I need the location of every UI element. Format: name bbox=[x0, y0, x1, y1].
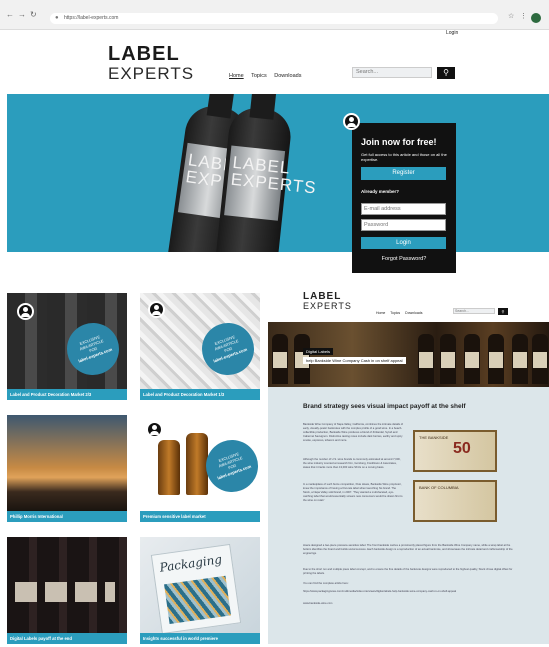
search-icon: ⚲ bbox=[501, 309, 505, 314]
article-link[interactable]: www.bankside-wine.com bbox=[303, 602, 513, 606]
article-headline: Brand strategy sees visual impact payoff… bbox=[303, 403, 466, 410]
address-bar[interactable]: ● https://label-experts.com bbox=[50, 13, 498, 24]
article-search-input[interactable]: Search... bbox=[453, 308, 495, 314]
banknote-image: THE BANKSIDE 50 bbox=[413, 430, 497, 472]
logo-line1: LABEL bbox=[108, 43, 180, 65]
forward-icon[interactable]: → bbox=[18, 10, 26, 19]
join-subtitle: Get full access to this article and thos… bbox=[361, 152, 447, 162]
user-icon bbox=[146, 421, 163, 438]
browser-toolbar: ← → ↻ ● https://label-experts.com ☆ ⋮ bbox=[0, 0, 549, 30]
bottle-labels bbox=[15, 582, 115, 602]
hero-banner: LABELEXPERTS LABELEXPERTS bbox=[7, 94, 549, 252]
article-paragraph: Bankside Wine Company of Napa Valley, Ca… bbox=[303, 423, 403, 442]
article-card[interactable]: EXCLUSIVE AWA ARTICLE FOR label-experts.com… bbox=[140, 415, 260, 522]
join-panel: Join now for free! Get full access to th… bbox=[352, 123, 456, 273]
profile-avatar[interactable] bbox=[531, 13, 541, 23]
article-link[interactable]: https://www.packagingnews.com/multimedia… bbox=[303, 590, 513, 594]
card-image bbox=[7, 415, 127, 511]
star-icon[interactable]: ☆ bbox=[508, 12, 514, 20]
article-card[interactable]: Phillip Morris International bbox=[7, 415, 127, 522]
article-search-button[interactable]: ⚲ bbox=[498, 308, 508, 315]
nav-downloads[interactable]: Downloads bbox=[274, 73, 301, 79]
user-icon bbox=[148, 301, 165, 318]
article-paragraph: You can find the complete article here: bbox=[303, 582, 349, 585]
article-paragraph: In a marketplace of such fierce competit… bbox=[303, 483, 403, 502]
article-subtitle: help Bankside Wine Company Cash in on sh… bbox=[303, 357, 406, 364]
user-icon bbox=[17, 303, 34, 320]
product-bottle bbox=[158, 440, 180, 495]
article-card[interactable]: Digital Labels payoff at the end bbox=[7, 537, 127, 644]
article-paragraph: Hoare designed a two-piece pressure-sens… bbox=[303, 544, 513, 555]
article-nav-home[interactable]: Home bbox=[376, 311, 385, 315]
login-link[interactable]: Login bbox=[446, 30, 458, 36]
site-logo[interactable]: LABEL EXPERTS bbox=[108, 44, 194, 82]
bottle-label: LABELEXPERTS bbox=[224, 145, 317, 221]
article-nav-downloads[interactable]: Downloads bbox=[405, 311, 422, 315]
banknote-image: BANK OF COLUMBIA bbox=[413, 480, 497, 522]
search-input[interactable]: Search... bbox=[352, 67, 432, 78]
logo-line2: EXPERTS bbox=[108, 64, 195, 83]
nav-home[interactable]: Home bbox=[229, 73, 244, 79]
back-icon[interactable]: ← bbox=[6, 10, 14, 19]
article-preview[interactable]: LABEL EXPERTS Home Topics Downloads Sear… bbox=[268, 282, 549, 644]
card-caption: Digital Labels payoff at the end bbox=[7, 633, 127, 644]
card-caption: Insights successful in world premiere bbox=[140, 633, 260, 644]
top-nav: Home Topics Downloads bbox=[229, 73, 307, 79]
article-card[interactable]: EXCLUSIVE AWA ARTICLE FOR label-experts.com… bbox=[140, 293, 260, 400]
search-button[interactable]: ⚲ bbox=[437, 67, 455, 79]
search-icon: ⚲ bbox=[443, 68, 449, 77]
card-caption: Premium sensitive label market bbox=[140, 511, 260, 522]
join-title: Join now for free! bbox=[361, 137, 437, 147]
article-card[interactable]: EXCLUSIVE AWA ARTICLE FOR label-experts.com… bbox=[7, 293, 127, 400]
article-nav-topics[interactable]: Topics bbox=[390, 311, 400, 315]
address-text: https://label-experts.com bbox=[64, 15, 119, 21]
magazine-art bbox=[164, 575, 232, 625]
article-tag: Digital Labels bbox=[303, 348, 334, 355]
menu-icon[interactable]: ⋮ bbox=[520, 12, 527, 20]
already-member-label: Already member? bbox=[361, 189, 400, 194]
reload-icon[interactable]: ↻ bbox=[30, 10, 37, 19]
article-paragraph: Although the number of U.S. wine brands … bbox=[303, 458, 401, 469]
magazine-title: Packaging bbox=[158, 552, 223, 575]
password-field[interactable]: Password bbox=[361, 219, 446, 231]
product-bottle bbox=[186, 433, 208, 495]
article-logo: LABEL EXPERTS bbox=[303, 291, 352, 311]
article-paragraph: Due to the short run and multiple piece … bbox=[303, 568, 513, 575]
article-header: LABEL EXPERTS Home Topics Downloads Sear… bbox=[268, 282, 549, 322]
login-button[interactable]: Login bbox=[361, 237, 446, 249]
magazine-cover: Packaging bbox=[150, 543, 242, 635]
card-caption: Label and Product Decoration Market 2/3 bbox=[7, 389, 127, 400]
card-caption: Phillip Morris International bbox=[7, 511, 127, 522]
card-caption: Label and Product Decoration Market 1/3 bbox=[140, 389, 260, 400]
article-nav: Home Topics Downloads bbox=[376, 311, 427, 315]
email-field[interactable]: E-mail address bbox=[361, 203, 446, 215]
user-icon bbox=[343, 113, 360, 130]
register-button[interactable]: Register bbox=[361, 167, 446, 180]
nav-topics[interactable]: Topics bbox=[251, 73, 267, 79]
article-card[interactable]: Packaging Insights successful in world p… bbox=[140, 537, 260, 644]
forgot-password-link[interactable]: Forgot Password? bbox=[352, 256, 456, 262]
lock-icon: ● bbox=[55, 15, 59, 21]
